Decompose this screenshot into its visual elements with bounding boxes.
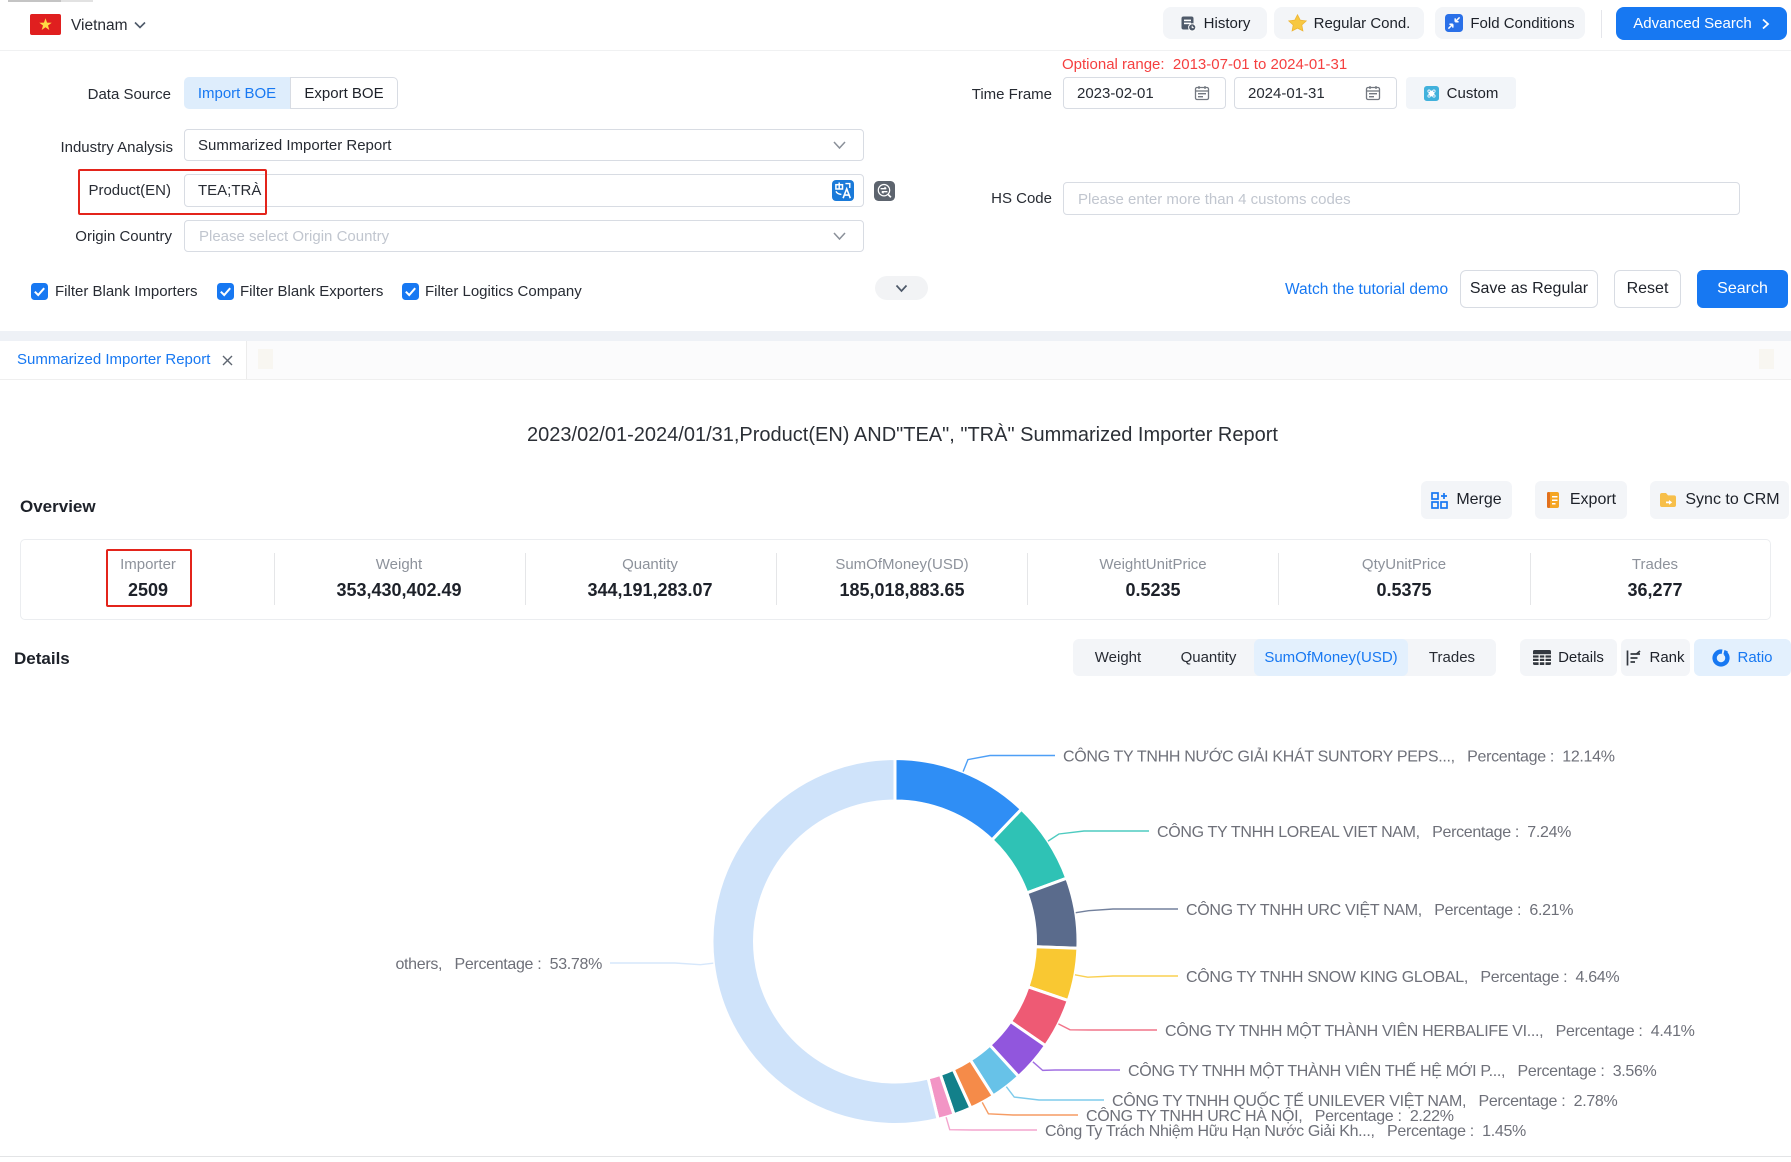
svg-text:CÔNG TY TNHH URC VIỆT NAM, P: CÔNG TY TNHH URC VIỆT NAM, Percentage : … [1186, 900, 1573, 919]
svg-text:CÔNG TY TNHH QUỐC TẾ UNILEVER: CÔNG TY TNHH QUỐC TẾ UNILEVER VIỆT NAM, … [1112, 1090, 1617, 1110]
svg-text:CÔNG TY TNHH MỘT THÀNH VIÊN TH: CÔNG TY TNHH MỘT THÀNH VIÊN THẾ HỆ MỚI P… [1128, 1061, 1657, 1080]
svg-text:Công Ty Trách Nhiệm Hữu Hạn Nư: Công Ty Trách Nhiệm Hữu Hạn Nước Giải Kh… [1045, 1123, 1526, 1140]
svg-text:CÔNG TY TNHH NƯỚC GIẢI KHÁT SU: CÔNG TY TNHH NƯỚC GIẢI KHÁT SUNTORY PEPS… [1063, 747, 1615, 766]
svg-text:CÔNG TY TNHH MỘT THÀNH VIÊN HE: CÔNG TY TNHH MỘT THÀNH VIÊN HERBALIFE VI… [1165, 1021, 1695, 1040]
svg-text:CÔNG TY TNHH SNOW KING GLOBAL,: CÔNG TY TNHH SNOW KING GLOBAL, Percentag… [1186, 967, 1619, 986]
svg-text:others, Percentage : 53.78%: others, Percentage : 53.78% [395, 956, 602, 973]
svg-text:CÔNG TY TNHH LOREAL VIET NAM,: CÔNG TY TNHH LOREAL VIET NAM, Percentage… [1157, 822, 1571, 841]
